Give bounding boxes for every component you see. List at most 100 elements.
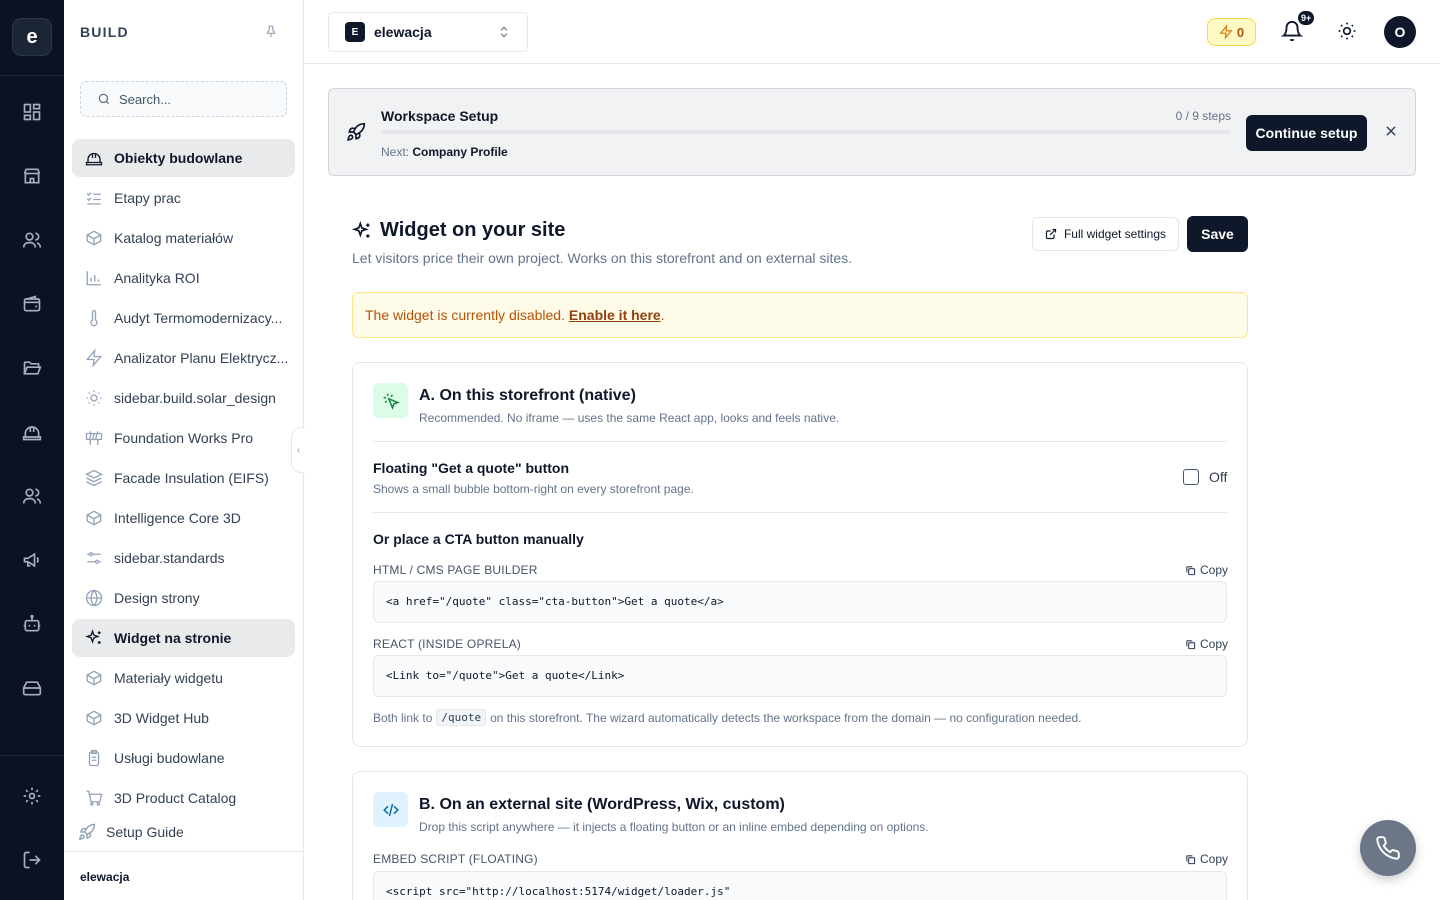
floating-button-checkbox[interactable] — [1183, 469, 1199, 485]
bot-icon[interactable] — [20, 612, 44, 636]
external-site-card: B. On an external site (WordPress, Wix, … — [352, 771, 1248, 900]
html-code-snippet[interactable]: <a href="/quote" class="cta-button">Get … — [373, 581, 1227, 623]
card-a-subtitle: Recommended. No iframe — uses the same R… — [419, 411, 840, 425]
zap-icon — [85, 349, 103, 367]
sidebar-nav: Obiekty budowlane Etapy prac Katalog mater… — [72, 139, 295, 819]
copy-icon — [1185, 854, 1196, 865]
sidebar-item-14[interactable]: 3D Widget Hub — [72, 699, 295, 737]
setup-guide-label: Setup Guide — [106, 824, 184, 840]
user-avatar[interactable]: O — [1384, 16, 1416, 48]
list-checks-icon — [85, 189, 103, 207]
top-header: E elewacja 0 9+ O — [304, 0, 1440, 64]
sidebar-item-10[interactable]: sidebar.standards — [72, 539, 295, 577]
chevron-left-icon: ‹ — [296, 444, 301, 456]
html-snippet-caption: HTML / CMS PAGE BUILDER — [373, 563, 538, 577]
box-icon — [85, 669, 103, 687]
team-icon[interactable] — [20, 484, 44, 508]
sidebar-item-0[interactable]: Obiekty budowlane — [72, 139, 295, 177]
setup-next-step: Next: Company Profile — [381, 145, 508, 159]
megaphone-icon[interactable] — [20, 548, 44, 572]
hard-hat-icon[interactable] — [20, 420, 44, 444]
sidebar-item-label: Obiekty budowlane — [114, 150, 243, 166]
copy-react-button[interactable]: Copy — [1185, 637, 1228, 651]
workspace-selector[interactable]: E elewacja — [328, 12, 528, 52]
card-divider — [373, 441, 1227, 442]
sidebar-search[interactable] — [80, 81, 287, 117]
hard-drive-icon[interactable] — [20, 676, 44, 700]
pin-icon[interactable] — [264, 24, 280, 40]
widget-disabled-alert: The widget is currently disabled. Enable… — [352, 292, 1248, 338]
embed-code-snippet[interactable]: <script src="http://localhost:5174/widge… — [373, 871, 1227, 900]
react-code-snippet[interactable]: <Link to="/quote">Get a quote</Link> — [373, 655, 1227, 697]
chevrons-up-down-icon — [497, 25, 511, 39]
full-widget-settings-button[interactable]: Full widget settings — [1032, 217, 1179, 251]
credits-count: 0 — [1236, 24, 1245, 40]
react-snippet-caption: REACT (INSIDE OPRELA) — [373, 637, 522, 651]
thermometer-icon — [85, 309, 103, 327]
notification-count-badge: 9+ — [1297, 10, 1316, 26]
floating-button-title: Floating "Get a quote" button — [373, 460, 570, 476]
sidebar-footer-workspace[interactable]: elewacja — [64, 851, 303, 900]
setup-progress-bar — [381, 130, 1231, 134]
sparkles-icon — [85, 629, 103, 647]
box-icon — [85, 509, 103, 527]
sidebar-item-1[interactable]: Etapy prac — [72, 179, 295, 217]
sidebar-item-15[interactable]: Usługi budowlane — [72, 739, 295, 777]
external-link-icon — [1045, 228, 1057, 240]
sidebar-item-4[interactable]: Audyt Termomodernizacy... — [72, 299, 295, 337]
globe-icon — [85, 589, 103, 607]
copy-html-button[interactable]: Copy — [1185, 563, 1228, 577]
call-support-button[interactable] — [1360, 820, 1416, 876]
sun-icon[interactable] — [1337, 21, 1359, 43]
copy-embed-button[interactable]: Copy — [1185, 852, 1228, 866]
sidebar-item-label: Intelligence Core 3D — [114, 510, 241, 526]
sidebar-item-16[interactable]: 3D Product Catalog — [72, 779, 295, 817]
full-widget-settings-label: Full widget settings — [1063, 227, 1167, 241]
sidebar-item-label: sidebar.standards — [114, 550, 225, 566]
settings-gear-icon[interactable] — [20, 784, 44, 808]
storefront-note: Both link to /quote on this storefront. … — [373, 709, 1082, 726]
rocket-icon — [346, 122, 366, 142]
phone-icon — [1375, 835, 1401, 861]
sidebar-item-7[interactable]: Foundation Works Pro — [72, 419, 295, 457]
sidebar-item-9[interactable]: Intelligence Core 3D — [72, 499, 295, 537]
save-button[interactable]: Save — [1187, 216, 1248, 252]
sidebar-item-label: Facade Insulation (EIFS) — [114, 470, 269, 486]
box-icon — [85, 229, 103, 247]
sidebar-item-2[interactable]: Katalog materiałów — [72, 219, 295, 257]
sidebar-item-6[interactable]: sidebar.build.solar_design — [72, 379, 295, 417]
sidebar-item-label: Widget na stronie — [114, 630, 232, 646]
pointer-click-icon — [373, 383, 408, 418]
card-b-subtitle: Drop this script anywhere — it injects a… — [419, 820, 929, 834]
app-logo[interactable]: e — [12, 18, 52, 56]
sidebar-item-13[interactable]: Materiały widgetu — [72, 659, 295, 697]
search-input[interactable] — [119, 91, 269, 107]
continue-setup-button[interactable]: Continue setup — [1246, 115, 1367, 151]
setup-next-label: Next: — [381, 145, 410, 159]
layers-icon — [85, 469, 103, 487]
app-rail: e — [0, 0, 64, 900]
setup-guide-link[interactable]: Setup Guide — [78, 823, 184, 841]
floating-button-toggle[interactable]: Off — [1183, 469, 1227, 485]
close-icon[interactable] — [1384, 124, 1398, 138]
enable-widget-link[interactable]: Enable it here — [569, 307, 661, 323]
dashboard-icon[interactable] — [20, 100, 44, 124]
store-icon[interactable] — [20, 164, 44, 188]
sidebar-item-11[interactable]: Design strony — [72, 579, 295, 617]
sidebar-item-3[interactable]: Analityka ROI — [72, 259, 295, 297]
wallet-icon[interactable] — [20, 292, 44, 316]
sidebar-item-8[interactable]: Facade Insulation (EIFS) — [72, 459, 295, 497]
sidebar-collapse-handle[interactable]: ‹ — [291, 427, 305, 473]
alert-text: The widget is currently disabled. — [365, 307, 565, 323]
card-b-title: B. On an external site (WordPress, Wix, … — [419, 796, 785, 813]
rocket-icon — [78, 823, 96, 841]
users-icon[interactable] — [20, 228, 44, 252]
sidebar-item-12[interactable]: Widget na stronie — [72, 619, 295, 657]
credits-badge[interactable]: 0 — [1207, 18, 1256, 46]
logout-icon[interactable] — [20, 848, 44, 872]
folder-open-icon[interactable] — [20, 356, 44, 380]
sidebar-item-label: Design strony — [114, 590, 200, 606]
sidebar-item-5[interactable]: Analizator Planu Elektrycz... — [72, 339, 295, 377]
sidebar-title: BUILD — [80, 24, 129, 40]
code-icon — [373, 792, 408, 827]
